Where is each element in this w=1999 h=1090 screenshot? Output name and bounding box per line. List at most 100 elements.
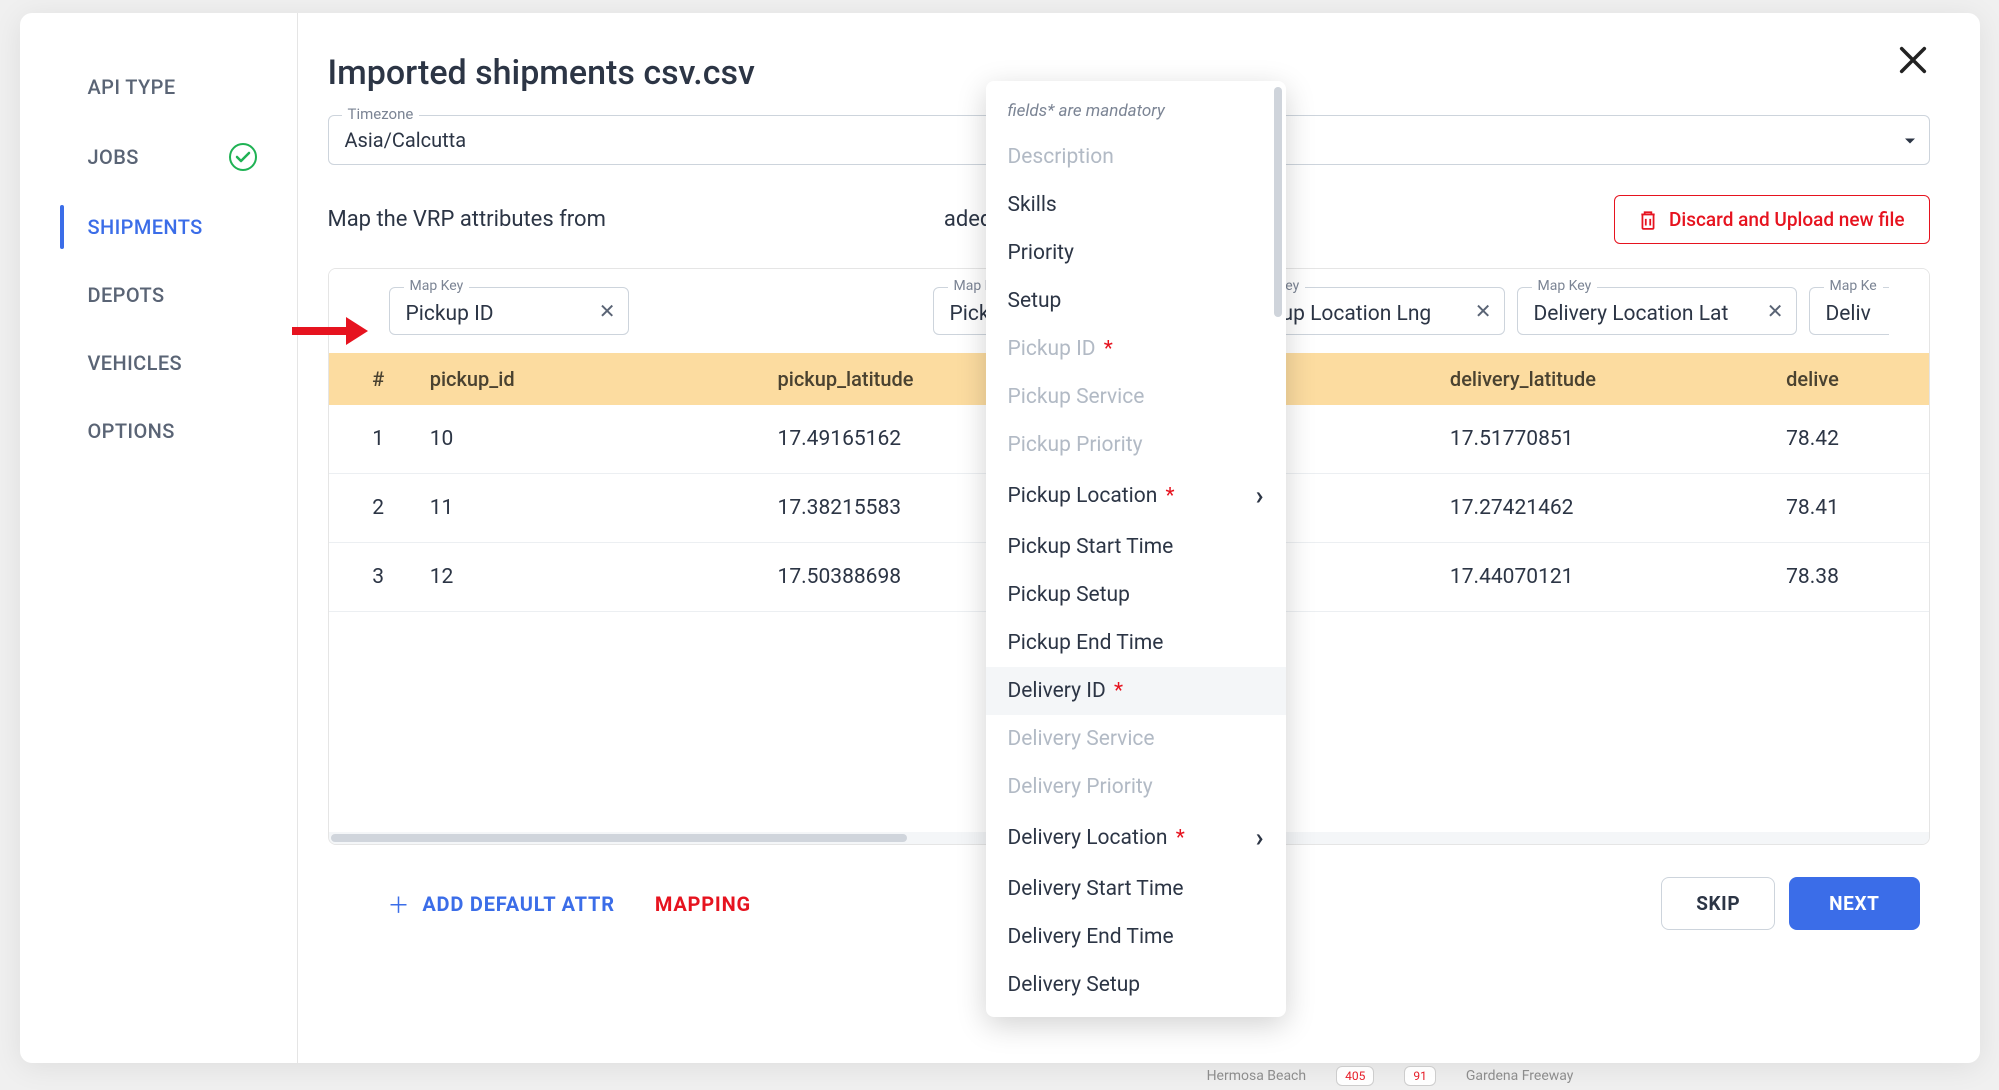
dropdown-item[interactable]: Pickup End Time: [986, 619, 1286, 667]
dropdown-item: Delivery Service: [986, 715, 1286, 763]
mapkey-label: Map Ke: [1824, 278, 1883, 294]
discard-label: Discard and Upload new file: [1669, 208, 1905, 231]
table-cell: 10: [410, 405, 758, 474]
skip-button[interactable]: SKIP: [1661, 877, 1775, 930]
sidebar-item-label: SHIPMENTS: [88, 215, 203, 239]
dropdown-item[interactable]: Pickup Setup: [986, 571, 1286, 619]
clear-icon[interactable]: ✕: [1475, 299, 1492, 323]
plus-icon: ＋: [388, 888, 411, 920]
clear-icon[interactable]: ✕: [1767, 299, 1784, 323]
dropdown-list: Description Skills Priority Setup Pickup ID …: [986, 133, 1286, 1009]
table-header-cell: delive: [1766, 353, 1928, 405]
table-cell: 17.44070121: [1430, 543, 1766, 612]
table-header-cell: #: [329, 353, 410, 405]
table-header-cell: delivery_latitude: [1430, 353, 1766, 405]
sidebar-item-label: VEHICLES: [88, 351, 183, 375]
discard-upload-button[interactable]: Discard and Upload new file: [1614, 195, 1930, 244]
dropdown-item: Description: [986, 133, 1286, 181]
dropdown-item[interactable]: Delivery Location * ›: [986, 811, 1286, 865]
mapkey-label: Map Key: [404, 278, 470, 294]
dropdown-item-label: Setup: [1008, 289, 1062, 313]
table-cell: 2: [329, 474, 410, 543]
sidebar: API TYPE JOBS SHIPMENTS DEPOTS VEHICLES OPTIO…: [20, 13, 298, 1063]
dropdown-item: Pickup Priority: [986, 421, 1286, 469]
add-attr-label: ADD DEFAULT ATTR: [422, 892, 615, 916]
footer-right: SKIP NEXT: [1661, 877, 1919, 930]
instruction-prefix: Map the VRP attributes from: [328, 207, 606, 232]
map-background-peek: Hermosa Beach 405 91 Gardena Freeway: [1040, 1062, 1740, 1090]
dropdown-item-label: Pickup Start Time: [1008, 535, 1174, 559]
mapkey-pickup-id[interactable]: Map KeyPickup ID✕: [389, 287, 629, 335]
chevron-right-icon: ›: [1256, 823, 1264, 853]
dropdown-item[interactable]: Pickup Location * ›: [986, 469, 1286, 523]
sidebar-item-vehicles[interactable]: VEHICLES: [20, 329, 297, 397]
arrow-right-icon: [290, 313, 370, 349]
mapkey-label: Map Key: [1532, 278, 1598, 294]
dropdown-item-label: Pickup End Time: [1008, 631, 1164, 655]
dropdown-item-label: Pickup Priority: [1008, 433, 1143, 457]
dropdown-item[interactable]: Delivery Setup: [986, 961, 1286, 1009]
sidebar-item-options[interactable]: OPTIONS: [20, 397, 297, 465]
dropdown-item-label: Delivery Start Time: [1008, 877, 1184, 901]
dropdown-item: Delivery Priority: [986, 763, 1286, 811]
dropdown-item[interactable]: Priority: [986, 229, 1286, 277]
table-cell: 78.41: [1766, 474, 1928, 543]
next-button[interactable]: NEXT: [1789, 877, 1919, 930]
dropdown-item-label: Pickup Service: [1008, 385, 1145, 409]
table-header-cell: pickup_id: [410, 353, 758, 405]
dropdown-item: Pickup ID *: [986, 325, 1286, 373]
scrollbar-thumb[interactable]: [331, 834, 907, 842]
dropdown-item[interactable]: Setup: [986, 277, 1286, 325]
dropdown-item-label: Pickup Location *: [1008, 484, 1175, 508]
sidebar-item-label: JOBS: [88, 145, 139, 169]
dropdown-item[interactable]: Skills: [986, 181, 1286, 229]
mapkey-value: Pickup ID: [406, 302, 584, 326]
mapping-text: MAPPING: [655, 892, 751, 916]
sidebar-item-depots[interactable]: DEPOTS: [20, 261, 297, 329]
mapkey-value: Deliv: [1826, 302, 1879, 326]
check-circle-icon: [229, 143, 257, 171]
table-cell: 3: [329, 543, 410, 612]
dropdown-item: Pickup Service: [986, 373, 1286, 421]
dropdown-item-label: Description: [1008, 145, 1114, 169]
sidebar-item-shipments[interactable]: SHIPMENTS: [20, 193, 297, 261]
sidebar-item-label: API TYPE: [88, 75, 176, 99]
table-cell: 17.27421462: [1430, 474, 1766, 543]
sidebar-item-api-type[interactable]: API TYPE: [20, 53, 297, 121]
table-cell: 78.42: [1766, 405, 1928, 474]
modal-dialog: API TYPE JOBS SHIPMENTS DEPOTS VEHICLES OPTIO…: [20, 13, 1980, 1063]
mapkey-dropdown[interactable]: fields* are mandatory DescriptionSkillsP…: [986, 81, 1286, 1017]
dropdown-item[interactable]: Pickup Start Time: [986, 523, 1286, 571]
table-cell: 78.38: [1766, 543, 1928, 612]
dropdown-item-label: Pickup ID *: [1008, 337, 1113, 361]
sidebar-item-jobs[interactable]: JOBS: [20, 121, 297, 193]
table-cell: 11: [410, 474, 758, 543]
table-cell: 12: [410, 543, 758, 612]
dropdown-scrollbar[interactable]: [1274, 87, 1282, 317]
dropdown-item[interactable]: Delivery Start Time: [986, 865, 1286, 913]
dropdown-item-label: Priority: [1008, 241, 1074, 265]
clear-icon[interactable]: ✕: [599, 299, 616, 323]
dropdown-item-label: Delivery Service: [1008, 727, 1155, 751]
table-cell: 1: [329, 405, 410, 474]
dropdown-item-label: Skills: [1008, 193, 1057, 217]
sidebar-item-label: OPTIONS: [88, 419, 175, 443]
dropdown-item-label: Pickup Setup: [1008, 583, 1130, 607]
mapkey-delivery-lat[interactable]: Map KeyDelivery Location Lat✕: [1517, 287, 1797, 335]
trash-icon: [1639, 210, 1657, 230]
timezone-label: Timezone: [342, 105, 420, 123]
dropdown-item[interactable]: Delivery ID *: [986, 667, 1286, 715]
main-content: Imported shipments csv.csv Timezone Asia…: [298, 13, 1980, 1063]
dropdown-item-label: Delivery Setup: [1008, 973, 1141, 997]
close-button[interactable]: [1896, 43, 1930, 81]
dropdown-item-label: Delivery Location *: [1008, 826, 1185, 850]
add-default-attr-button[interactable]: ＋ ADD DEFAULT ATTR: [388, 888, 615, 920]
sidebar-item-label: DEPOTS: [88, 283, 165, 307]
dropdown-item[interactable]: Delivery End Time: [986, 913, 1286, 961]
dropdown-item-label: Delivery Priority: [1008, 775, 1153, 799]
chevron-right-icon: ›: [1256, 481, 1264, 511]
close-icon: [1896, 43, 1930, 77]
mapkey-partial[interactable]: Map KeDeliv: [1809, 287, 1889, 335]
dropdown-item-label: Delivery ID *: [1008, 679, 1124, 703]
dropdown-item-label: Delivery End Time: [1008, 925, 1174, 949]
